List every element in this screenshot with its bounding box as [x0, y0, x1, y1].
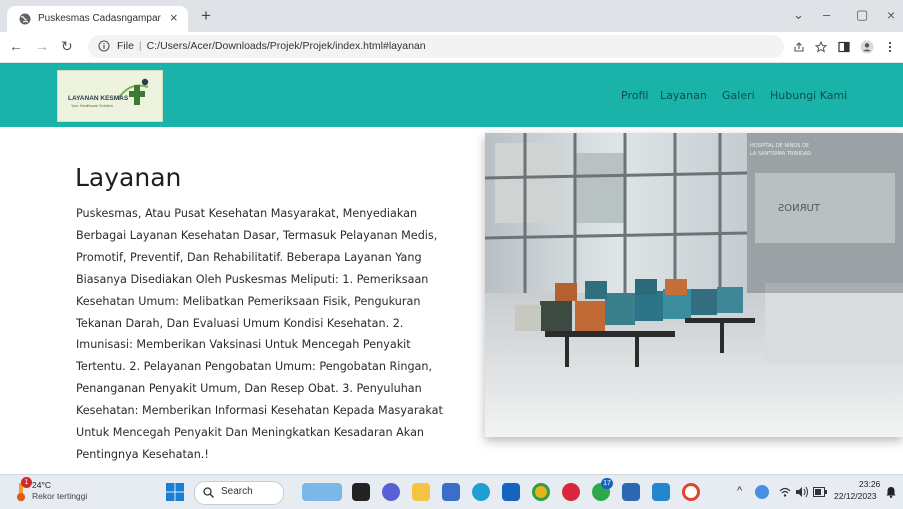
taskbar-widgets-icon[interactable]	[302, 483, 342, 501]
section-description: Puskesmas, Atau Pusat Kesehatan Masyarak…	[76, 207, 443, 461]
kebab-menu-icon[interactable]	[887, 41, 893, 53]
taskbar-edge-icon[interactable]	[472, 483, 490, 501]
reload-button[interactable]: ↻	[61, 38, 73, 54]
whatsapp-badge: 17	[601, 478, 613, 489]
nav-link-profil[interactable]: Profil	[621, 89, 648, 102]
image-sign-line-2: LA SANTISIMA TRINIDAD	[750, 151, 811, 157]
site-logo[interactable]: LAYANAN KESMAS Your Healthcare Solution	[57, 70, 163, 122]
battery-icon[interactable]	[813, 487, 827, 497]
image-sign-turnos: TURNOS	[778, 203, 821, 214]
wifi-icon[interactable]	[779, 486, 791, 498]
bookmark-star-icon[interactable]	[815, 41, 827, 53]
logo-subtitle: Your Healthcare Solution	[71, 104, 113, 108]
hospital-waiting-room-image: HOSPITAL DE NIÑOS DE LA SANTISIMA TRINID…	[485, 133, 903, 437]
maximize-button[interactable]: ▢	[856, 8, 868, 22]
browser-tab[interactable]: Puskesmas Cadasngampar ×	[7, 6, 188, 32]
taskbar-dev-app-icon[interactable]	[442, 483, 460, 501]
taskbar-pinterest-icon[interactable]	[562, 483, 580, 501]
tray-google-icon[interactable]	[755, 485, 769, 499]
logo-title: LAYANAN KESMAS	[68, 95, 129, 102]
medical-cross-logo-icon	[117, 78, 149, 105]
taskbar-vscode-icon[interactable]	[652, 483, 670, 501]
search-icon	[203, 487, 214, 498]
windows-taskbar: 1 24°C Rekor tertinggi Search 17 ^ 23:26…	[0, 474, 903, 509]
tab-search-button[interactable]: ⌄	[793, 8, 804, 22]
nav-link-layanan[interactable]: Layanan	[660, 89, 707, 102]
profile-icon[interactable]	[860, 40, 874, 54]
forward-button[interactable]: →	[35, 38, 49, 54]
info-icon[interactable]	[98, 40, 110, 52]
taskbar-task-view-icon[interactable]	[352, 483, 370, 501]
minimize-button[interactable]: –	[823, 8, 830, 22]
tab-title: Puskesmas Cadasngampar	[38, 13, 161, 24]
side-panel-icon[interactable]	[838, 41, 850, 53]
url-path: C:/Users/Acer/Downloads/Projek/Projek/in…	[146, 40, 426, 52]
site-header: LAYANAN KESMAS Your Healthcare Solution …	[0, 63, 903, 127]
address-bar[interactable]: File | C:/Users/Acer/Downloads/Projek/Proj…	[88, 35, 784, 58]
share-icon[interactable]	[793, 41, 805, 53]
taskbar-chat-icon[interactable]	[382, 483, 400, 501]
windows-start-icon[interactable]	[166, 483, 184, 501]
weather-description: Rekor tertinggi	[32, 491, 88, 501]
new-tab-button[interactable]: +	[201, 7, 211, 24]
weather-temperature: 24°C	[32, 480, 51, 490]
globe-icon	[19, 13, 31, 25]
nav-link-hubungi-kami[interactable]: Hubungi Kami	[770, 89, 847, 102]
notification-bell-icon[interactable]	[886, 486, 896, 498]
tab-close-button[interactable]: ×	[170, 11, 178, 25]
clock-date[interactable]: 22/12/2023	[834, 491, 877, 501]
search-label: Search	[221, 486, 253, 497]
back-button[interactable]: ←	[9, 38, 23, 54]
tray-overflow-icon[interactable]: ^	[737, 484, 742, 498]
taskbar-chrome-icon[interactable]	[532, 483, 550, 501]
taskbar-chrome-active-icon[interactable]	[682, 483, 700, 501]
browser-tab-strip: Puskesmas Cadasngampar × + ⌄ – ▢ ×	[0, 0, 903, 32]
close-window-button[interactable]: ×	[887, 8, 895, 22]
url-text: File | C:/Users/Acer/Downloads/Projek/Proj…	[117, 40, 426, 52]
taskbar-word-icon[interactable]	[622, 483, 640, 501]
image-sign-line-1: HOSPITAL DE NIÑOS DE	[750, 142, 809, 149]
nav-link-galeri[interactable]: Galeri	[722, 89, 755, 102]
browser-toolbar: ← → ↻ File | C:/Users/Acer/Downloads/Proje…	[0, 32, 903, 63]
url-scheme: File	[117, 40, 134, 52]
clock-time[interactable]: 23:26	[859, 479, 880, 489]
section-heading: Layanan	[75, 163, 182, 192]
taskbar-store-icon[interactable]	[502, 483, 520, 501]
taskbar-file-explorer-icon[interactable]	[412, 483, 430, 501]
weather-badge: 1	[21, 477, 32, 488]
taskbar-search[interactable]: Search	[194, 481, 284, 505]
volume-icon[interactable]	[795, 486, 809, 498]
